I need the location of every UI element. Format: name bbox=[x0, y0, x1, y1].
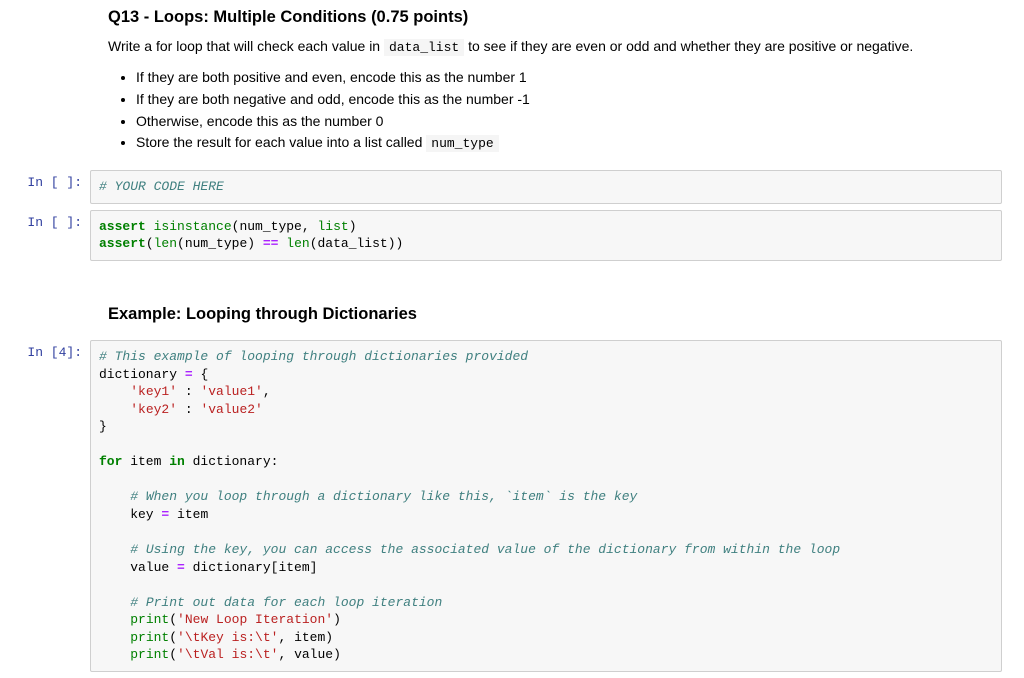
code-block[interactable]: # YOUR CODE HERE bbox=[90, 170, 1002, 204]
input-prompt-empty: In [ ]: bbox=[0, 210, 90, 261]
code-cell-asserts[interactable]: In [ ]: assert isinstance(num_type, list… bbox=[0, 210, 1024, 261]
bullet-3: Otherwise, encode this as the number 0 bbox=[136, 111, 984, 133]
code-block[interactable]: # This example of looping through dictio… bbox=[90, 340, 1002, 672]
markdown-cell-q13: In [ ]: Q13 - Loops: Multiple Conditions… bbox=[0, 0, 1024, 164]
inline-code-num-type: num_type bbox=[426, 135, 498, 152]
q13-heading: Q13 - Loops: Multiple Conditions (0.75 p… bbox=[108, 8, 984, 27]
q13-intro-pre: Write a for loop that will check each va… bbox=[108, 38, 384, 54]
notebook: In [ ]: Q13 - Loops: Multiple Conditions… bbox=[0, 0, 1024, 672]
bullet-1: If they are both positive and even, enco… bbox=[136, 67, 984, 89]
code-block[interactable]: assert isinstance(num_type, list) assert… bbox=[90, 210, 1002, 261]
bullet-4-pre: Store the result for each value into a l… bbox=[136, 134, 426, 150]
bullet-2: If they are both negative and odd, encod… bbox=[136, 89, 984, 111]
input-prompt-4: In [4]: bbox=[0, 340, 90, 672]
bullet-4: Store the result for each value into a l… bbox=[136, 132, 984, 154]
example-heading: Example: Looping through Dictionaries bbox=[108, 305, 984, 324]
code-cell-your-code[interactable]: In [ ]: # YOUR CODE HERE bbox=[0, 170, 1024, 204]
markdown-cell-example: In [ ]: Example: Looping through Diction… bbox=[0, 297, 1024, 334]
q13-intro: Write a for loop that will check each va… bbox=[108, 37, 984, 57]
q13-bullets: If they are both positive and even, enco… bbox=[136, 67, 984, 154]
code-comment: # YOUR CODE HERE bbox=[99, 179, 224, 194]
input-prompt-empty: In [ ]: bbox=[0, 170, 90, 204]
q13-intro-post: to see if they are even or odd and wheth… bbox=[464, 38, 913, 54]
inline-code-data-list: data_list bbox=[384, 39, 464, 56]
code-cell-dict-example[interactable]: In [4]: # This example of looping throug… bbox=[0, 340, 1024, 672]
